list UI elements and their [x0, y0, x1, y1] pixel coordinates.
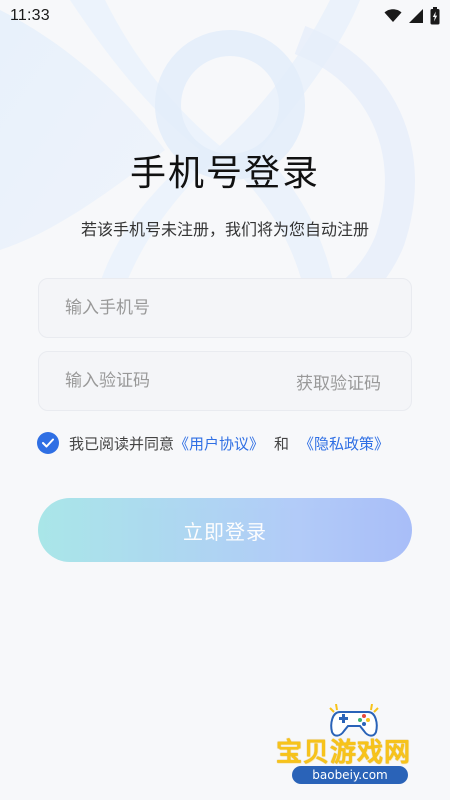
- page-title: 手机号登录: [129, 153, 320, 194]
- status-bar: 11:33: [0, 0, 450, 32]
- watermark-url: baobeiy.com: [292, 766, 408, 784]
- privacy-policy-link[interactable]: 《隐私政策》: [299, 433, 389, 454]
- check-icon: [42, 438, 54, 448]
- signal-icon: [409, 9, 423, 23]
- code-field: 获取验证码: [38, 351, 412, 411]
- battery-icon: [430, 7, 440, 25]
- agreement-prefix: 我已阅读并同意: [69, 434, 175, 453]
- status-time: 11:33: [10, 7, 50, 24]
- code-input[interactable]: [63, 370, 296, 392]
- agreement-checkbox[interactable]: [37, 432, 59, 454]
- wifi-icon: [384, 9, 402, 22]
- phone-field: [38, 278, 412, 338]
- login-button[interactable]: 立即登录: [38, 498, 412, 562]
- watermark-brand: 宝贝游戏网: [276, 738, 412, 768]
- page-subtitle: 若该手机号未注册，我们将为您自动注册: [80, 220, 369, 239]
- phone-input[interactable]: [63, 297, 387, 319]
- user-agreement-link[interactable]: 《用户协议》: [174, 433, 264, 454]
- get-code-button[interactable]: 获取验证码: [296, 369, 381, 394]
- status-icons: [384, 7, 440, 25]
- watermark: 宝贝游戏网 baobeiy.com: [270, 700, 440, 800]
- agreement-and: 和: [274, 434, 290, 453]
- agreement-row: 我已阅读并同意 《用户协议》 和 《隐私政策》: [37, 432, 389, 454]
